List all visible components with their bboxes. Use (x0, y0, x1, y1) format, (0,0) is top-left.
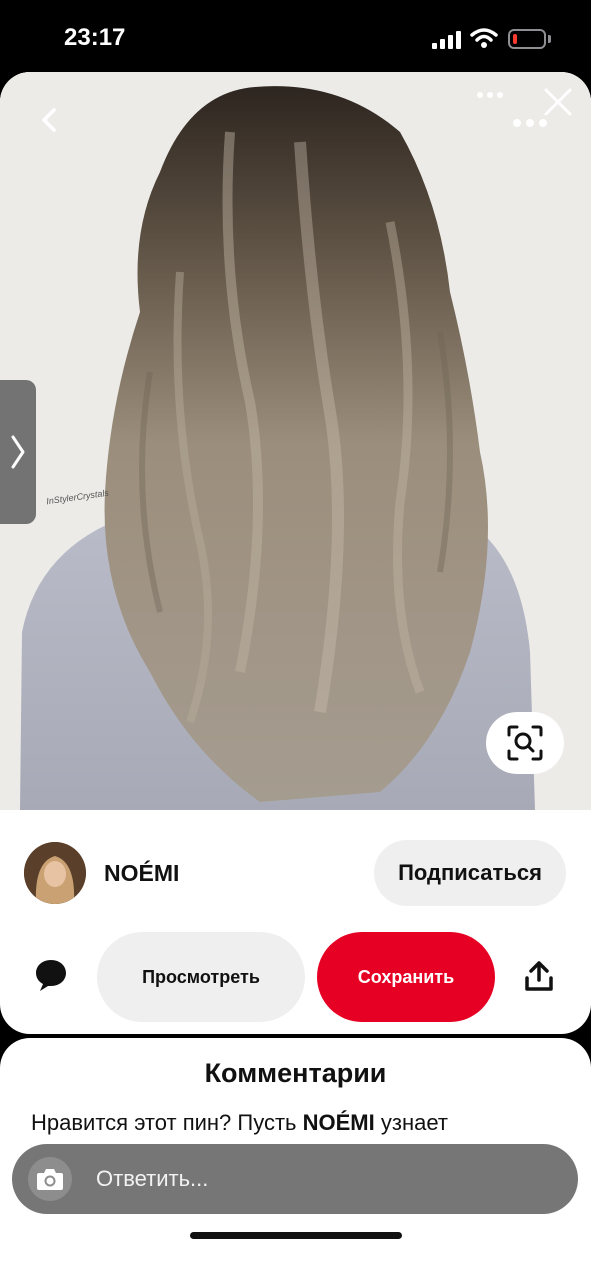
visual-search-button[interactable] (486, 712, 564, 774)
comments-sheet: Комментарии Нравится этот пин? Пусть NOÉ… (0, 1038, 591, 1280)
camera-button[interactable] (28, 1157, 72, 1201)
reply-input[interactable]: Ответить... (12, 1144, 578, 1214)
creator-name[interactable]: NOÉMI (104, 860, 179, 887)
reply-placeholder: Ответить... (96, 1166, 209, 1191)
share-icon[interactable] (524, 960, 554, 992)
prompt-creator-name: NOÉMI (302, 1110, 375, 1135)
prompt-suffix: узнает (374, 1110, 448, 1135)
comments-prompt: Нравится этот пин? Пусть NOÉMI узнает (31, 1110, 448, 1136)
follow-button[interactable]: Подписаться (374, 840, 566, 906)
cellular-signal-icon (432, 31, 461, 49)
status-time: 23:17 (64, 24, 126, 51)
battery-cap (548, 35, 551, 43)
save-button[interactable]: Сохранить (317, 932, 495, 1022)
battery-icon (508, 29, 546, 49)
pin-image[interactable]: InStylerCrystals (0, 72, 591, 810)
pin-card: InStylerCrystals NOÉMI Подписаться Просм… (0, 72, 591, 1034)
chevron-right-icon (11, 435, 25, 469)
chevron-left-icon[interactable] (32, 102, 68, 138)
prompt-prefix: Нравится этот пин? Пусть (31, 1110, 303, 1135)
close-icon[interactable] (540, 84, 576, 120)
speech-bubble-icon[interactable] (34, 958, 68, 992)
avatar[interactable] (24, 842, 86, 904)
camera-icon (37, 1169, 63, 1190)
wifi-icon (470, 28, 498, 48)
hair-photo-illustration (0, 72, 591, 810)
home-indicator (190, 1232, 402, 1239)
view-button[interactable]: Просмотреть (97, 932, 305, 1022)
status-bar: 23:17 (0, 0, 591, 72)
visual-search-icon (507, 725, 543, 761)
comments-title: Комментарии (204, 1058, 387, 1088)
sidebar-toggle[interactable] (0, 380, 36, 524)
ellipsis-icon[interactable] (476, 90, 504, 100)
